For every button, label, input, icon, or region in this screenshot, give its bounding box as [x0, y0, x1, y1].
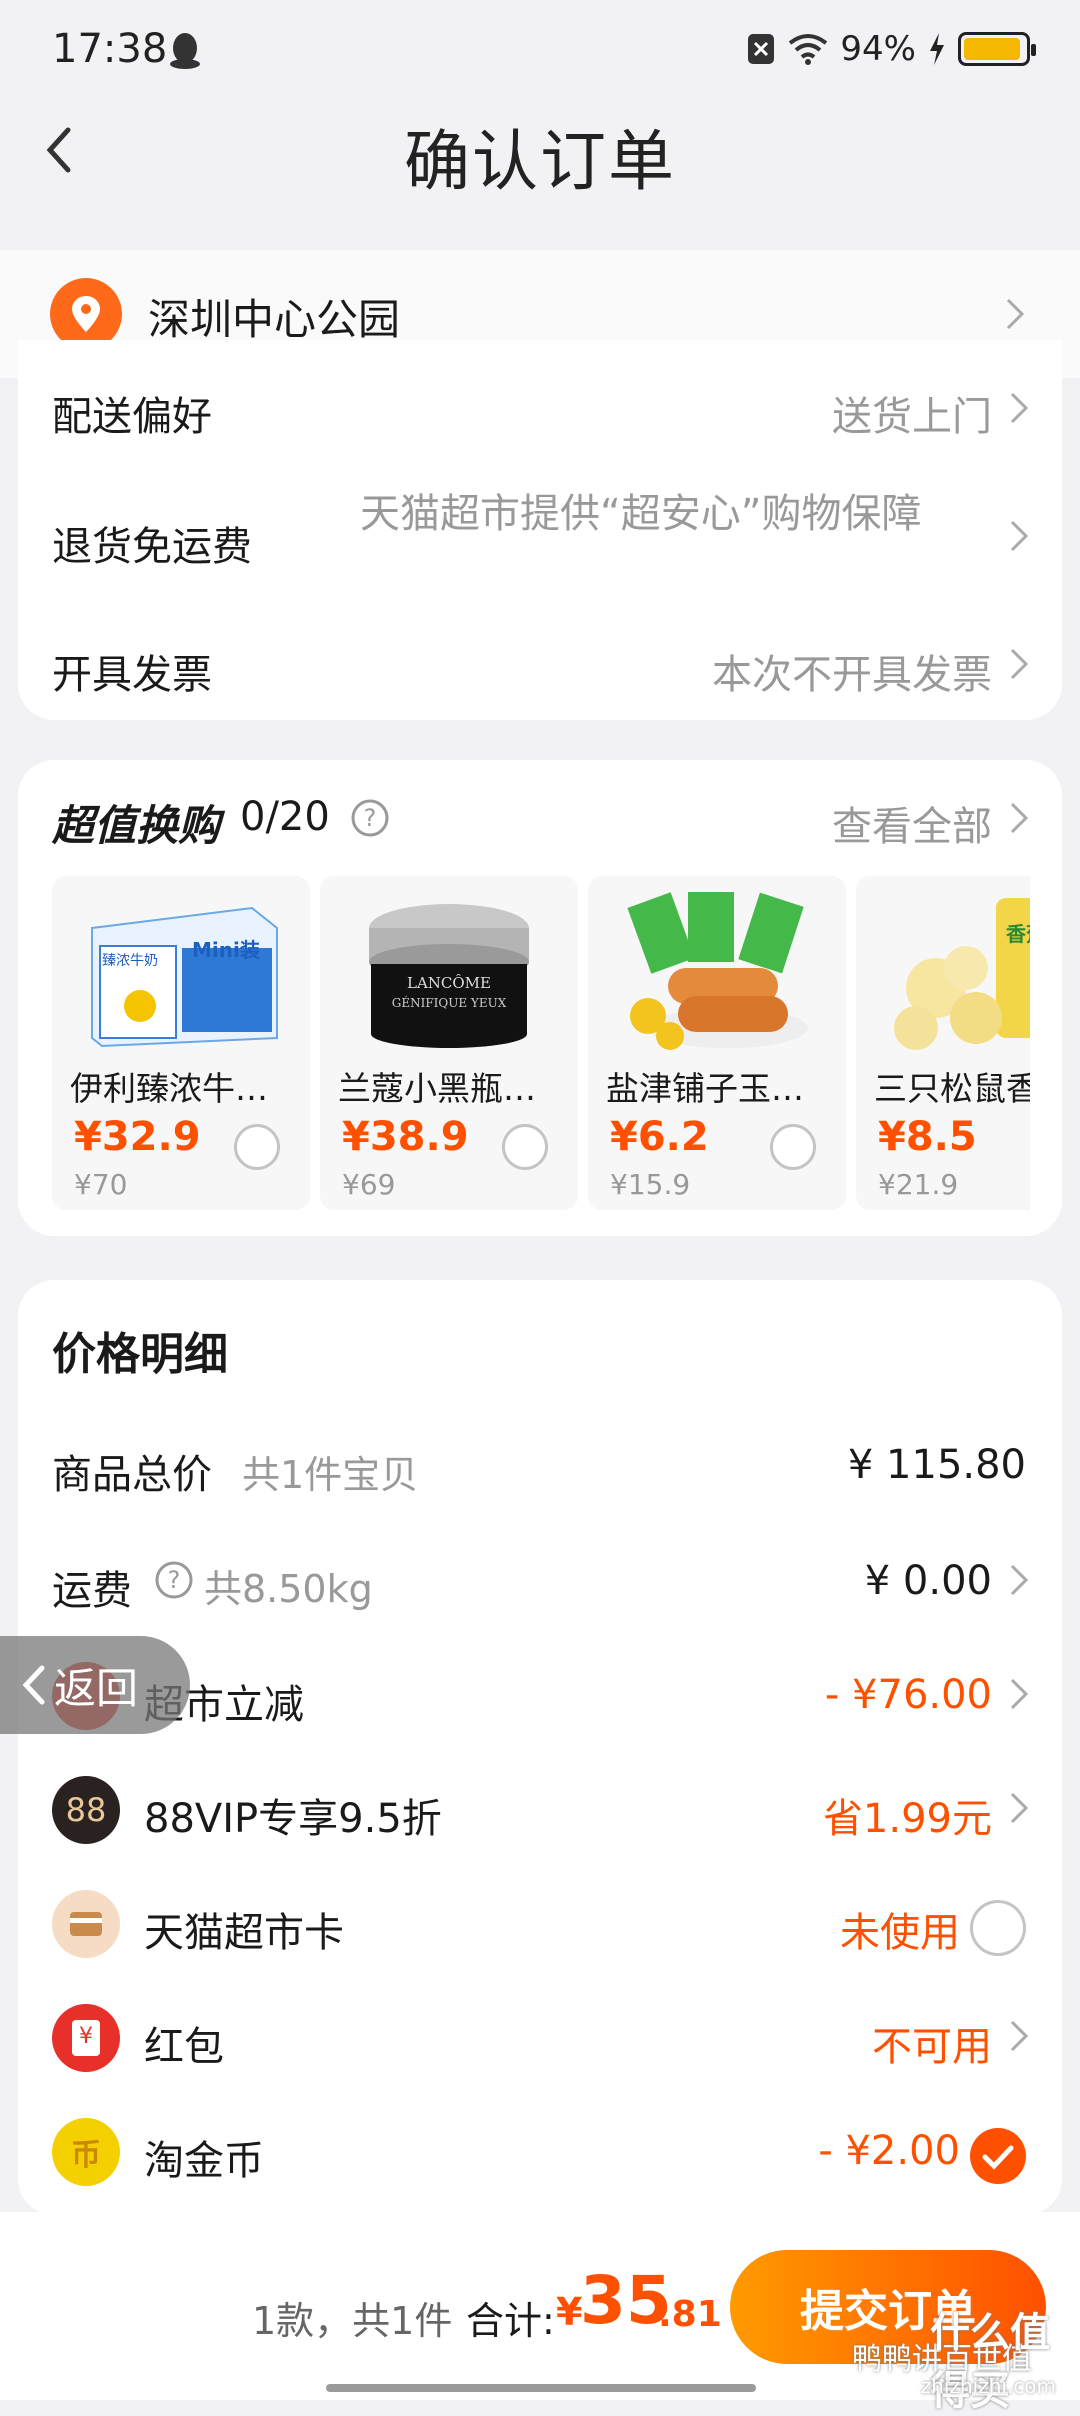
status-time: 17:38	[52, 26, 168, 72]
deal-name: 伊利臻浓牛…	[70, 1069, 268, 1108]
floating-back-button[interactable]: 返回	[0, 1636, 190, 1734]
chevron-right-icon	[1010, 392, 1029, 424]
address-text: 深圳中心公园	[148, 295, 401, 344]
deal-select-radio[interactable]	[502, 1124, 548, 1170]
shipping-weight: 共8.50kg	[204, 1567, 373, 1611]
coin-value: - ¥2.00	[818, 2128, 960, 2174]
banana-chips-image: 香蕉	[876, 888, 1030, 1056]
help-icon[interactable]: ?	[350, 798, 390, 838]
deal-original-price: ¥15.9	[610, 1168, 691, 1201]
watermark-logo: 什么值得买	[930, 2310, 1050, 2414]
status-right: 94%	[746, 24, 1036, 74]
vip-label: 88VIP专享9.5折	[144, 1796, 442, 1842]
milk-product-image: Mini装 臻浓牛奶	[72, 888, 290, 1056]
chevron-right-icon	[1010, 1564, 1029, 1596]
taojinbi-coin-icon: 币	[52, 2118, 120, 2186]
battery-percent: 94%	[840, 29, 916, 69]
chevron-right-icon	[1010, 1792, 1029, 1824]
return-value[interactable]: 天猫超市提供“超安心”购物保障	[360, 488, 970, 540]
coin-label: 淘金币	[144, 2138, 264, 2184]
shipping-value[interactable]: ¥ 0.00	[865, 1558, 992, 1604]
total-label: 合计:	[466, 2299, 555, 2343]
checkmark-icon	[982, 2145, 1014, 2170]
total-value: ¥ 115.80	[847, 1442, 1026, 1488]
price-detail-title: 价格明细	[52, 1329, 228, 1380]
deal-price: ¥38.9	[342, 1114, 469, 1160]
deal-price: ¥32.9	[74, 1114, 201, 1160]
chevron-right-icon	[1010, 2020, 1029, 2052]
item-count: 1款，共1件	[252, 2299, 453, 2343]
deal-item[interactable]: Mini装 臻浓牛奶 伊利臻浓牛… ¥32.9 ¥70	[52, 876, 310, 1210]
card-value: 未使用	[840, 1910, 960, 1956]
deals-title: 超值换购	[52, 801, 221, 850]
delivery-pref-value[interactable]: 送货上门	[832, 384, 992, 442]
deal-price: ¥6.2	[610, 1114, 709, 1160]
corn-sausage-image	[608, 888, 826, 1056]
page-title: 确认订单	[404, 123, 676, 200]
mute-icon	[748, 34, 775, 64]
shipping-label: 运费	[52, 1568, 132, 1614]
deal-original-price: ¥21.9	[878, 1168, 959, 1201]
svg-text:?: ?	[168, 1566, 181, 1594]
charging-icon	[930, 33, 944, 65]
watermark-url: zhizhizhi.com	[920, 2374, 1056, 2398]
invoice-value[interactable]: 本次不开具发票	[712, 642, 992, 700]
help-icon[interactable]: ?	[154, 1560, 194, 1600]
floating-back-label: 返回	[54, 1663, 139, 1713]
deal-item[interactable]: 盐津铺子玉… ¥6.2 ¥15.9	[588, 876, 846, 1210]
cream-jar-image: LANCÔME GÉNIFIQUE YEUX	[340, 888, 558, 1056]
invoice-label: 开具发票	[52, 652, 212, 698]
supermarket-card-icon	[52, 1890, 120, 1958]
return-label: 退货免运费	[52, 524, 252, 570]
deals-count: 0/20	[240, 794, 330, 840]
chevron-right-icon	[1010, 648, 1029, 680]
discount-value[interactable]: - ¥76.00	[825, 1672, 992, 1718]
deal-item[interactable]: 香蕉 三只松鼠香 ¥8.5 ¥21.9	[856, 876, 1030, 1210]
card-select-radio[interactable]	[970, 1900, 1026, 1956]
delivery-pref-label: 配送偏好	[52, 394, 212, 440]
total-currency: ¥	[556, 2290, 583, 2334]
total-amount-dec: .81	[658, 2294, 722, 2335]
chevron-right-icon	[1010, 520, 1029, 552]
wifi-icon	[789, 34, 828, 65]
coin-checkbox-checked[interactable]	[970, 2128, 1026, 2184]
deal-original-price: ¥70	[74, 1168, 128, 1201]
vip-value[interactable]: 省1.99元	[823, 1786, 992, 1844]
deal-original-price: ¥69	[342, 1168, 396, 1201]
redpacket-label: 红包	[144, 2024, 224, 2070]
price-detail-card	[18, 1280, 1062, 2215]
battery-icon	[958, 32, 1036, 66]
deal-item[interactable]: LANCÔME GÉNIFIQUE YEUX 兰蔻小黑瓶… ¥38.9 ¥69	[320, 876, 578, 1210]
red-packet-icon: ¥	[52, 2004, 120, 2072]
deal-name: 三只松鼠香	[874, 1069, 1030, 1108]
chevron-right-icon	[1010, 1678, 1029, 1710]
deal-name: 兰蔻小黑瓶…	[338, 1069, 536, 1108]
deal-price: ¥8.5	[878, 1114, 977, 1160]
card-label: 天猫超市卡	[144, 1910, 344, 1956]
deal-name: 盐津铺子玉…	[606, 1069, 804, 1108]
deals-scroller[interactable]: Mini装 臻浓牛奶 伊利臻浓牛… ¥32.9 ¥70 LANCÔME GÉNI…	[52, 876, 1030, 1216]
chevron-right-icon	[1010, 802, 1029, 834]
deal-select-radio[interactable]	[770, 1124, 816, 1170]
svg-text:?: ?	[364, 804, 377, 832]
view-all-link[interactable]: 查看全部	[832, 794, 992, 852]
vip-88-icon: 88	[52, 1776, 120, 1844]
redpacket-value[interactable]: 不可用	[872, 2014, 992, 2072]
back-arrow-icon	[22, 1665, 45, 1705]
qq-icon	[170, 33, 200, 69]
home-indicator[interactable]	[326, 2384, 756, 2392]
deal-select-radio[interactable]	[234, 1124, 280, 1170]
total-sub: 共1件宝贝	[242, 1453, 419, 1497]
total-label: 商品总价	[52, 1452, 212, 1498]
chevron-right-icon	[1006, 298, 1025, 330]
